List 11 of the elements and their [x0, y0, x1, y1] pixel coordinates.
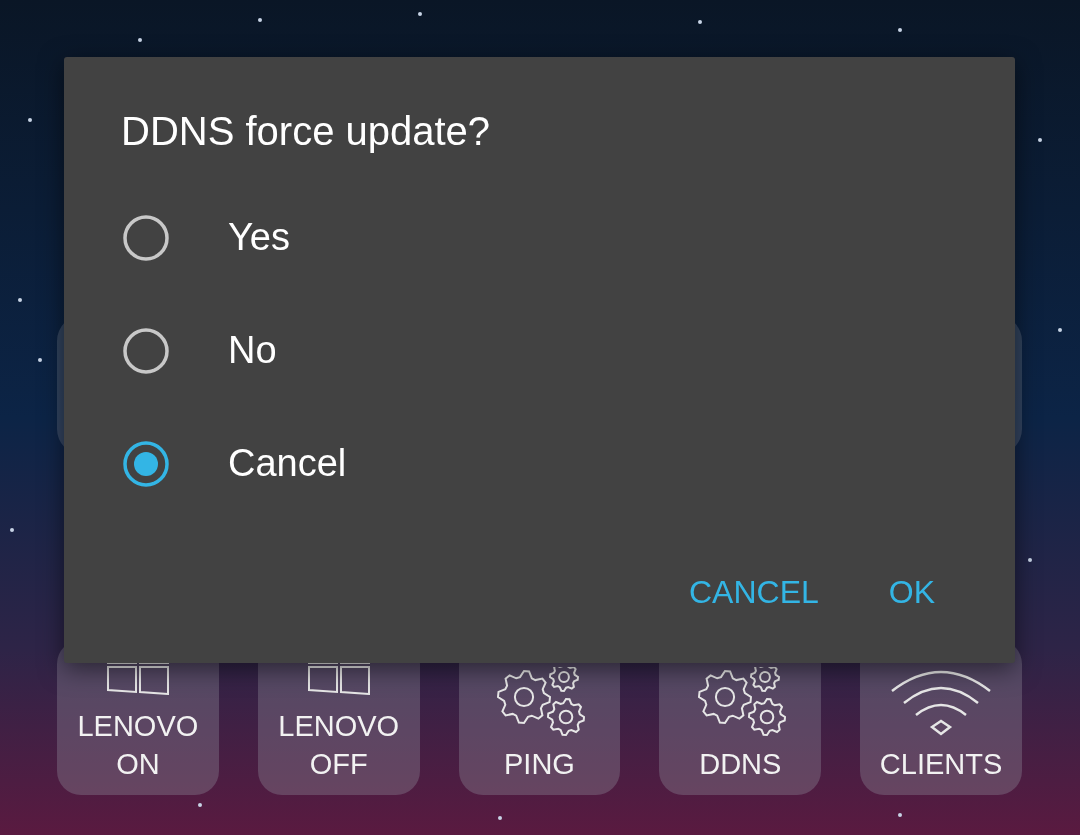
tile-label: DDNS: [698, 747, 783, 782]
radio-option[interactable]: Yes: [64, 181, 1015, 294]
tile-label: PING: [503, 747, 576, 782]
radio-option[interactable]: Cancel: [64, 407, 1015, 520]
dialog-button[interactable]: CANCEL: [660, 558, 847, 627]
tile-label: CLIENTS: [878, 747, 1004, 782]
radio-option[interactable]: No: [64, 294, 1015, 407]
dialog-title: DDNS force update?: [121, 109, 492, 155]
tile-label: LENOVO OFF: [277, 709, 401, 782]
tile-label: LENOVO ON: [76, 709, 200, 782]
dialog-button[interactable]: OK: [860, 558, 963, 627]
